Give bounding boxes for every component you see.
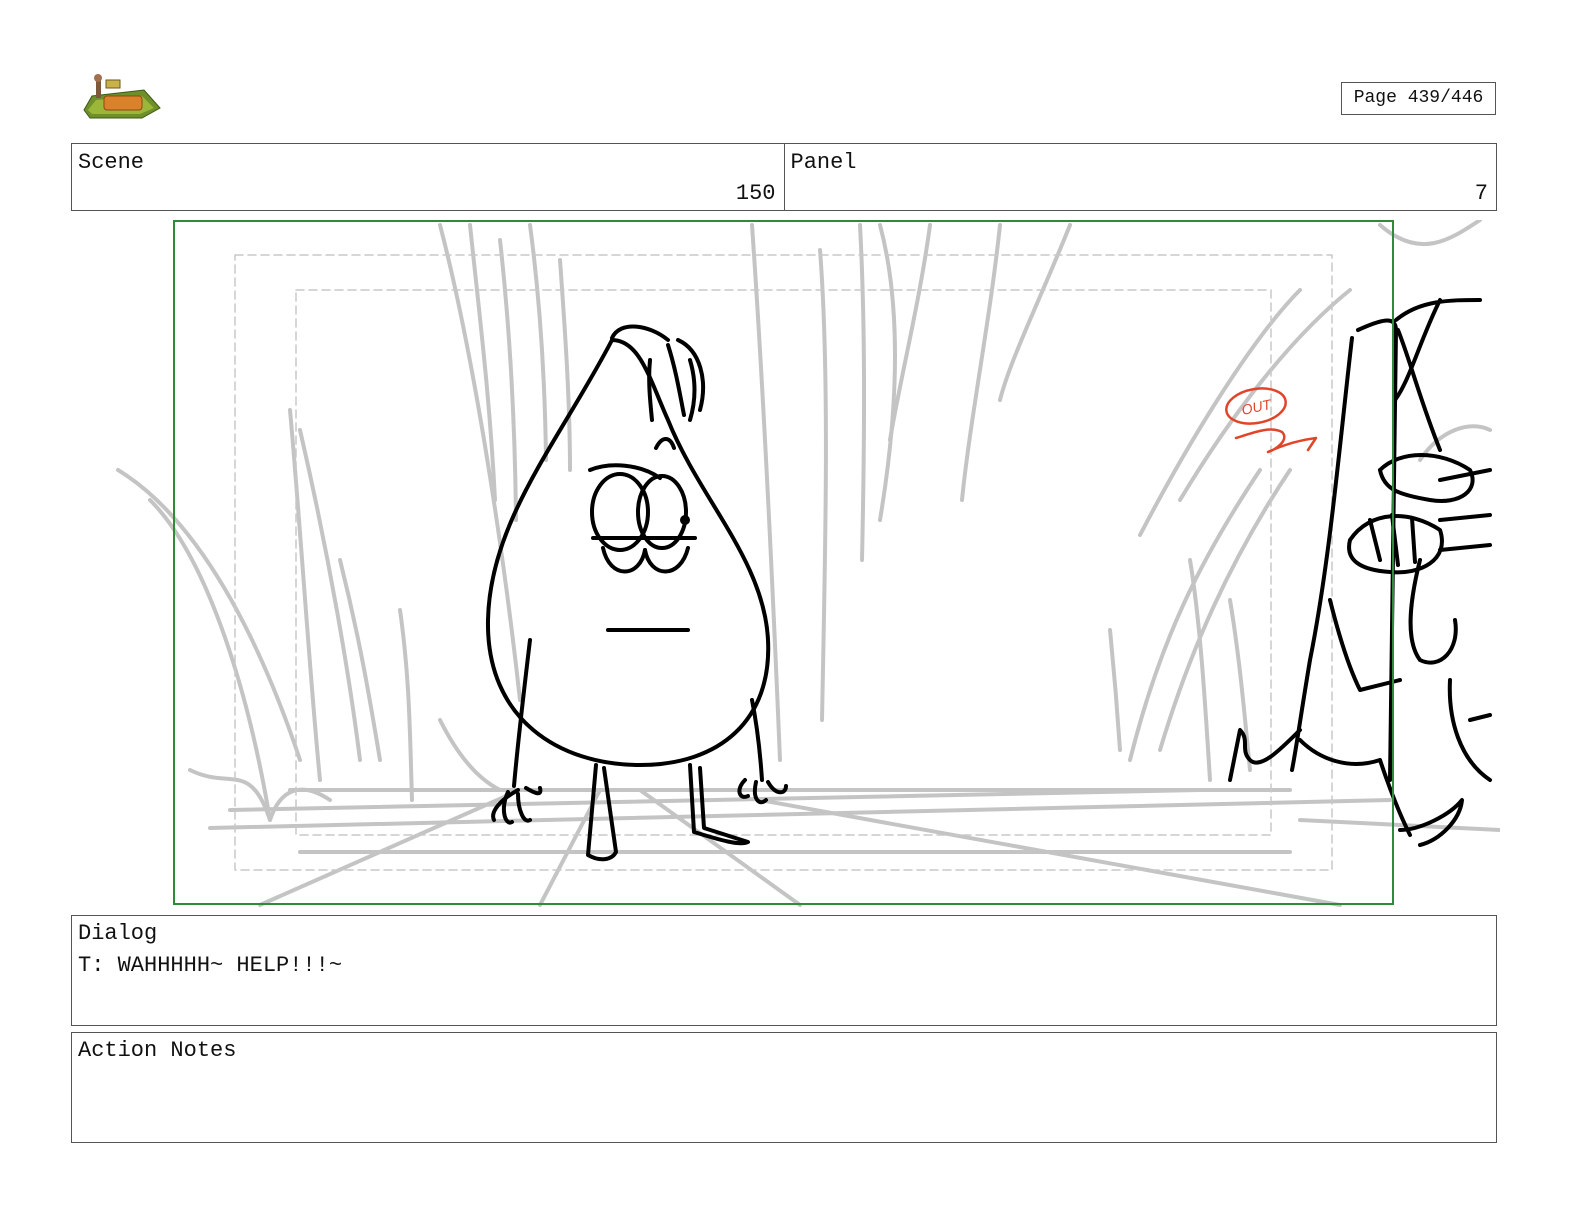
dialog-label: Dialog xyxy=(78,921,158,946)
background-sketch xyxy=(116,220,1500,907)
teardrop-character xyxy=(485,324,788,862)
exiting-character xyxy=(1228,298,1492,847)
dialog-text: T: WAHHHHH~ HELP!!!~ xyxy=(78,953,343,978)
out-annotation-text: OUT xyxy=(1240,396,1274,418)
out-annotation xyxy=(1225,387,1318,454)
action-notes-label: Action Notes xyxy=(78,1038,237,1063)
safe-area-guides xyxy=(234,254,1333,871)
storyboard-frame: OUT xyxy=(116,220,1500,907)
dialog-box: Dialog T: WAHHHHH~ HELP!!!~ xyxy=(71,915,1497,1026)
camera-frame-border xyxy=(173,220,1394,905)
action-notes-box: Action Notes xyxy=(71,1032,1497,1143)
